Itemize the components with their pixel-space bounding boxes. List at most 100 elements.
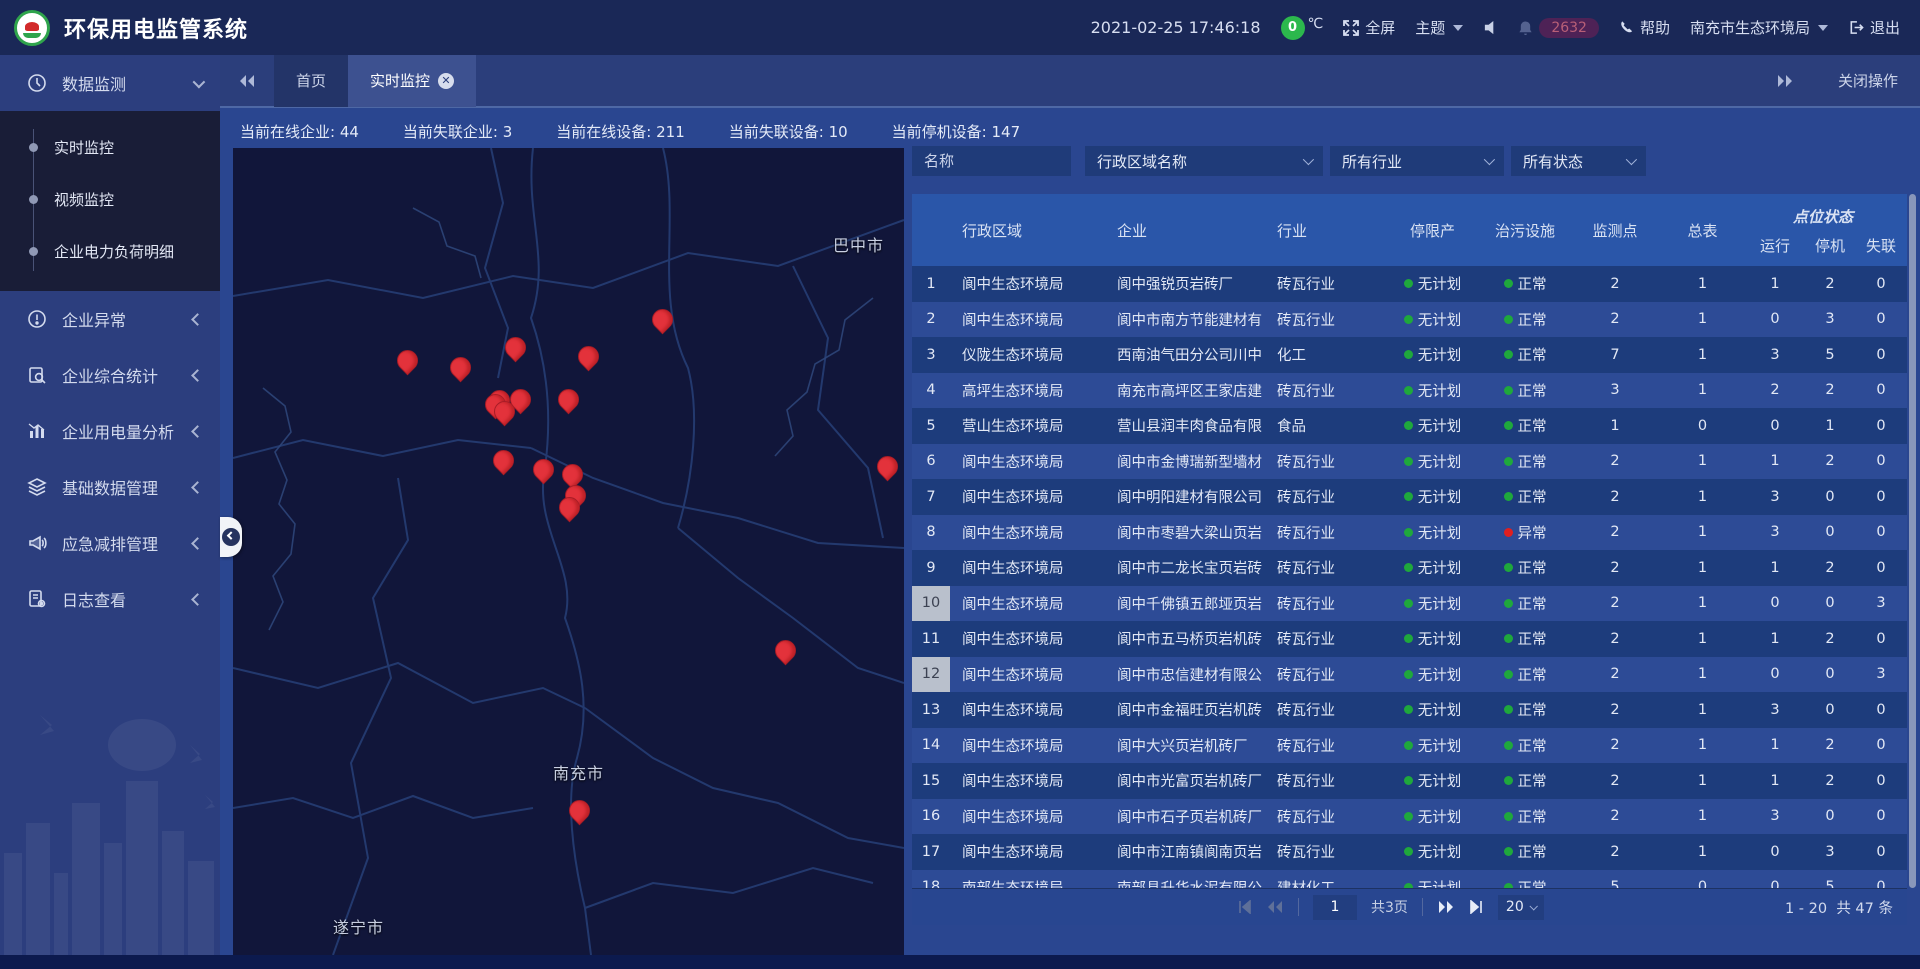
status-dot-icon — [1504, 528, 1513, 537]
tab-realtime[interactable]: 实时监控✕ — [348, 54, 476, 107]
mute-button[interactable] — [1483, 20, 1498, 35]
doc-search-icon — [26, 364, 48, 386]
table-row[interactable]: 2阆中生态环境局阆中市南方节能建材有砖瓦行业无计划正常21030 — [912, 302, 1907, 338]
page-size-select[interactable]: 20 — [1498, 895, 1544, 920]
last-page-button[interactable] — [1469, 900, 1484, 914]
cell-facility-status: 正常 — [1480, 799, 1570, 835]
sidebar-item-label: 视频监控 — [54, 189, 114, 210]
layers-icon — [26, 476, 48, 498]
cell-meters: 0 — [1660, 870, 1745, 889]
column-header-stopped[interactable]: 停机 — [1805, 235, 1855, 256]
status-dot-icon — [1404, 634, 1413, 643]
column-header-idx[interactable] — [912, 194, 950, 266]
tabs-scroll-right-button[interactable] — [1758, 74, 1812, 88]
sidebar-group-enterprise-abnormal[interactable]: 企业异常 — [0, 291, 220, 347]
tab-close-icon[interactable]: ✕ — [438, 73, 454, 89]
status-dot-icon — [1504, 457, 1513, 466]
name-search-input[interactable] — [912, 146, 1071, 176]
table-row[interactable]: 13阆中生态环境局阆中市金福旺页岩机砖砖瓦行业无计划正常21300 — [912, 692, 1907, 728]
help-button[interactable]: 帮助 — [1619, 17, 1670, 38]
column-header-stop[interactable]: 停限产 — [1385, 194, 1480, 266]
sidebar-group-power-analysis[interactable]: 企业用电量分析 — [0, 403, 220, 459]
table-row[interactable]: 9阆中生态环境局阆中市二龙长宝页岩砖砖瓦行业无计划正常21120 — [912, 550, 1907, 586]
cell-stopped: 0 — [1805, 799, 1855, 835]
cell-meters: 1 — [1660, 621, 1745, 657]
region-select[interactable]: 行政区域名称 — [1085, 146, 1323, 176]
app-root: 环保用电监管系统 2021-02-25 17:46:18 0 ℃ 全屏 主题 2… — [0, 0, 1920, 969]
table-row[interactable]: 11阆中生态环境局阆中市五马桥页岩机砖砖瓦行业无计划正常21120 — [912, 621, 1907, 657]
pager-divider — [1422, 898, 1423, 916]
cell-lost: 3 — [1855, 657, 1907, 693]
industry-select[interactable]: 所有行业 — [1330, 146, 1504, 176]
notifications-button[interactable]: 2632 — [1518, 18, 1599, 38]
sidebar-group-enterprise-stats[interactable]: 企业综合统计 — [0, 347, 220, 403]
org-dropdown[interactable]: 南充市生态环境局 — [1690, 17, 1828, 38]
sidebar-item-realtime-monitor[interactable]: 实时监控 — [0, 121, 220, 173]
sidebar-group-data-monitor[interactable]: 数据监测 — [0, 55, 220, 111]
sidebar-item-power-load-detail[interactable]: 企业电力负荷明细 — [0, 225, 220, 277]
prev-page-button[interactable] — [1266, 900, 1284, 914]
cell-points: 3 — [1570, 373, 1660, 409]
cell-region: 南部生态环境局 — [950, 870, 1105, 889]
sidebar-item-video-monitor[interactable]: 视频监控 — [0, 173, 220, 225]
sidebar-group-emergency-reduction[interactable]: 应急减排管理 — [0, 515, 220, 571]
tab-home[interactable]: 首页 — [274, 54, 348, 107]
tabs-scroll-left-button[interactable] — [220, 74, 274, 88]
table-row[interactable]: 12阆中生态环境局阆中市忠信建材有限公砖瓦行业无计划正常21003 — [912, 657, 1907, 693]
table-scrollbar[interactable] — [1909, 194, 1916, 888]
cell-run: 0 — [1745, 302, 1805, 338]
fullscreen-button[interactable]: 全屏 — [1343, 17, 1395, 38]
cell-stop-status: 无计划 — [1385, 763, 1480, 799]
table-row[interactable]: 4高坪生态环境局南充市高坪区王家店建砖瓦行业无计划正常31220 — [912, 373, 1907, 409]
table-row[interactable]: 16阆中生态环境局阆中市石子页岩机砖厂砖瓦行业无计划正常21300 — [912, 799, 1907, 835]
table-row[interactable]: 8阆中生态环境局阆中市枣碧大梁山页岩砖瓦行业无计划异常21300 — [912, 515, 1907, 551]
status-select[interactable]: 所有状态 — [1511, 146, 1646, 176]
column-header-lost[interactable]: 失联 — [1855, 235, 1907, 256]
table-row[interactable]: 7阆中生态环境局阆中明阳建材有限公司砖瓦行业无计划正常21300 — [912, 479, 1907, 515]
megaphone-icon — [26, 532, 48, 554]
column-header-region[interactable]: 行政区域 — [950, 194, 1105, 266]
column-header-industry[interactable]: 行业 — [1265, 194, 1385, 266]
sidebar-group-label: 企业异常 — [62, 307, 193, 331]
logout-button[interactable]: 退出 — [1848, 17, 1900, 38]
table-header: 行政区域企业行业停限产治污设施监测点总表点位状态运行停机失联 — [912, 194, 1907, 266]
status-dot-icon — [1404, 279, 1413, 288]
status-text: 正常 — [1518, 344, 1547, 365]
status-text: 无计划 — [1418, 451, 1462, 472]
sidebar-collapse-handle[interactable] — [220, 517, 242, 557]
page-number-input[interactable] — [1313, 895, 1357, 920]
table-row[interactable]: 17阆中生态环境局阆中市江南镇阆南页岩砖瓦行业无计划正常21030 — [912, 834, 1907, 870]
fullscreen-label: 全屏 — [1365, 17, 1395, 38]
cell-idx: 10 — [912, 586, 950, 622]
table-row[interactable]: 3仪陇生态环境局西南油气田分公司川中化工无计划正常71350 — [912, 337, 1907, 373]
column-header-points[interactable]: 监测点 — [1570, 194, 1660, 266]
next-page-button[interactable] — [1437, 900, 1455, 914]
first-page-button[interactable] — [1237, 900, 1252, 914]
close-operations-button[interactable]: 关闭操作 — [1838, 70, 1898, 91]
table-row[interactable]: 15阆中生态环境局阆中市光富页岩机砖厂砖瓦行业无计划正常21120 — [912, 763, 1907, 799]
cell-lost: 0 — [1855, 337, 1907, 373]
status-dot-icon — [1404, 457, 1413, 466]
status-text: 无计划 — [1418, 735, 1462, 756]
cell-idx: 14 — [912, 728, 950, 764]
table-row[interactable]: 6阆中生态环境局阆中市金博瑞新型墙材砖瓦行业无计划正常21120 — [912, 444, 1907, 480]
table-row[interactable]: 10阆中生态环境局阆中千佛镇五郎垭页岩砖瓦行业无计划正常21003 — [912, 586, 1907, 622]
table-row[interactable]: 18南部生态环境局南部县升华水泥有限公建材化工无计划正常50050 — [912, 870, 1907, 889]
cell-facility-status: 正常 — [1480, 621, 1570, 657]
column-header-company[interactable]: 企业 — [1105, 194, 1265, 266]
cell-industry: 食品 — [1265, 408, 1385, 444]
tabbar-right: 关闭操作 — [1758, 70, 1920, 91]
cell-region: 阆中生态环境局 — [950, 799, 1105, 835]
table-row[interactable]: 14阆中生态环境局阆中大兴页岩机砖厂砖瓦行业无计划正常21120 — [912, 728, 1907, 764]
cell-idx: 18 — [912, 870, 950, 889]
sidebar-group-log-view[interactable]: 日志查看 — [0, 571, 220, 627]
map-label-南充市: 南充市 — [553, 760, 604, 784]
table-row[interactable]: 5营山生态环境局营山县润丰肉食品有限食品无计划正常10010 — [912, 408, 1907, 444]
map-panel[interactable]: 巴中市南充市遂宁市 — [233, 148, 904, 955]
table-row[interactable]: 1阆中生态环境局阆中强锐页岩砖厂砖瓦行业无计划正常21120 — [912, 266, 1907, 302]
column-header-run[interactable]: 运行 — [1745, 235, 1805, 256]
column-header-facility[interactable]: 治污设施 — [1480, 194, 1570, 266]
column-header-meters[interactable]: 总表 — [1660, 194, 1745, 266]
sidebar-group-base-data[interactable]: 基础数据管理 — [0, 459, 220, 515]
theme-dropdown[interactable]: 主题 — [1415, 17, 1463, 38]
